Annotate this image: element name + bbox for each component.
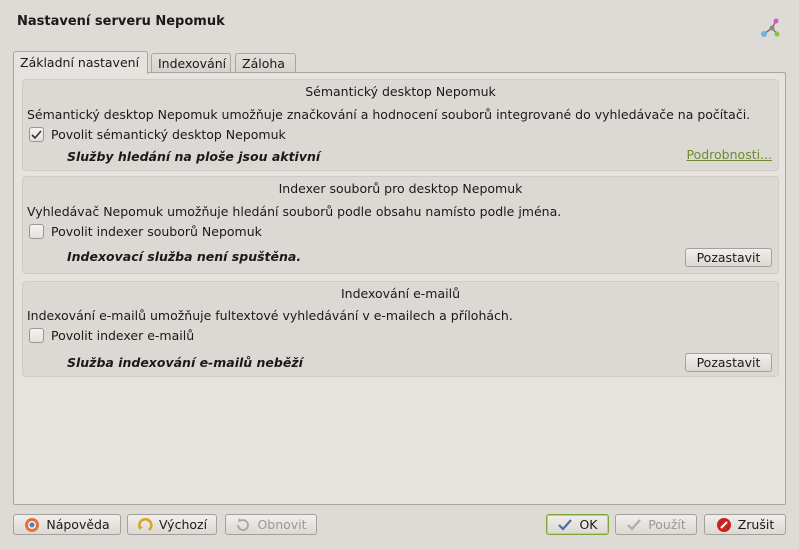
enable-semantic-desktop-checkbox[interactable] [29, 127, 44, 142]
tab-panel: Sémantický desktop Nepomuk Sémantický de… [13, 72, 786, 505]
enable-file-indexer-checkbox[interactable] [29, 224, 44, 239]
details-link[interactable]: Podrobnosti... [687, 147, 773, 162]
checkmark-icon [557, 517, 573, 533]
checkbox-label: Povolit sémantický desktop Nepomuk [51, 127, 286, 142]
cancel-icon [716, 517, 732, 533]
group-title: Sémantický desktop Nepomuk [305, 84, 496, 99]
checkbox-label: Povolit indexer e-mailů [51, 328, 195, 343]
group-description: Indexování e-mailů umožňuje fultextové v… [27, 308, 513, 323]
enable-email-indexer-checkbox[interactable] [29, 328, 44, 343]
enable-email-indexer-checkbox-row[interactable]: Povolit indexer e-mailů [29, 328, 194, 343]
enable-semantic-desktop-checkbox-row[interactable]: Povolit sémantický desktop Nepomuk [29, 127, 286, 142]
pause-email-indexer-button[interactable]: Pozastavit [685, 353, 772, 372]
window-title: Nastavení serveru Nepomuk [17, 14, 225, 29]
tab-backup[interactable]: Záloha [235, 53, 296, 73]
ok-button[interactable]: OK [546, 514, 609, 535]
file-indexer-group: Indexer souborů pro desktop Nepomuk Vyhl… [22, 176, 779, 274]
tab-indexing[interactable]: Indexování [151, 53, 231, 73]
checkbox-label: Povolit indexer souborů Nepomuk [51, 224, 262, 239]
group-title: Indexování e-mailů [340, 286, 460, 301]
tab-basic-settings[interactable]: Základní nastavení [13, 51, 148, 74]
status-text: Služba indexování e-mailů neběží [67, 355, 303, 370]
defaults-button[interactable]: Výchozí [127, 514, 217, 535]
group-description: Vyhledávač Nepomuk umožňuje hledání soub… [27, 204, 562, 219]
status-text: Služby hledání na ploše jsou aktivní [67, 149, 321, 164]
email-indexer-group: Indexování e-mailů Indexování e-mailů um… [22, 281, 779, 377]
reset-icon [235, 517, 251, 533]
help-icon [24, 517, 40, 533]
pause-file-indexer-button[interactable]: Pozastavit [685, 248, 772, 267]
group-title: Indexer souborů pro desktop Nepomuk [278, 181, 523, 196]
enable-file-indexer-checkbox-row[interactable]: Povolit indexer souborů Nepomuk [29, 224, 262, 239]
nepomuk-icon [761, 18, 780, 37]
checkmark-icon [31, 130, 42, 140]
group-description: Sémantický desktop Nepomuk umožňuje znač… [27, 107, 751, 122]
status-text: Indexovací služba není spuštěna. [67, 249, 302, 264]
apply-icon [626, 517, 642, 533]
help-button[interactable]: Nápověda [13, 514, 121, 535]
reset-button[interactable]: Obnovit [225, 514, 317, 535]
cancel-button[interactable]: Zrušit [704, 514, 786, 535]
semantic-desktop-group: Sémantický desktop Nepomuk Sémantický de… [22, 79, 779, 171]
apply-button[interactable]: Použít [615, 514, 697, 535]
defaults-icon [137, 517, 153, 533]
